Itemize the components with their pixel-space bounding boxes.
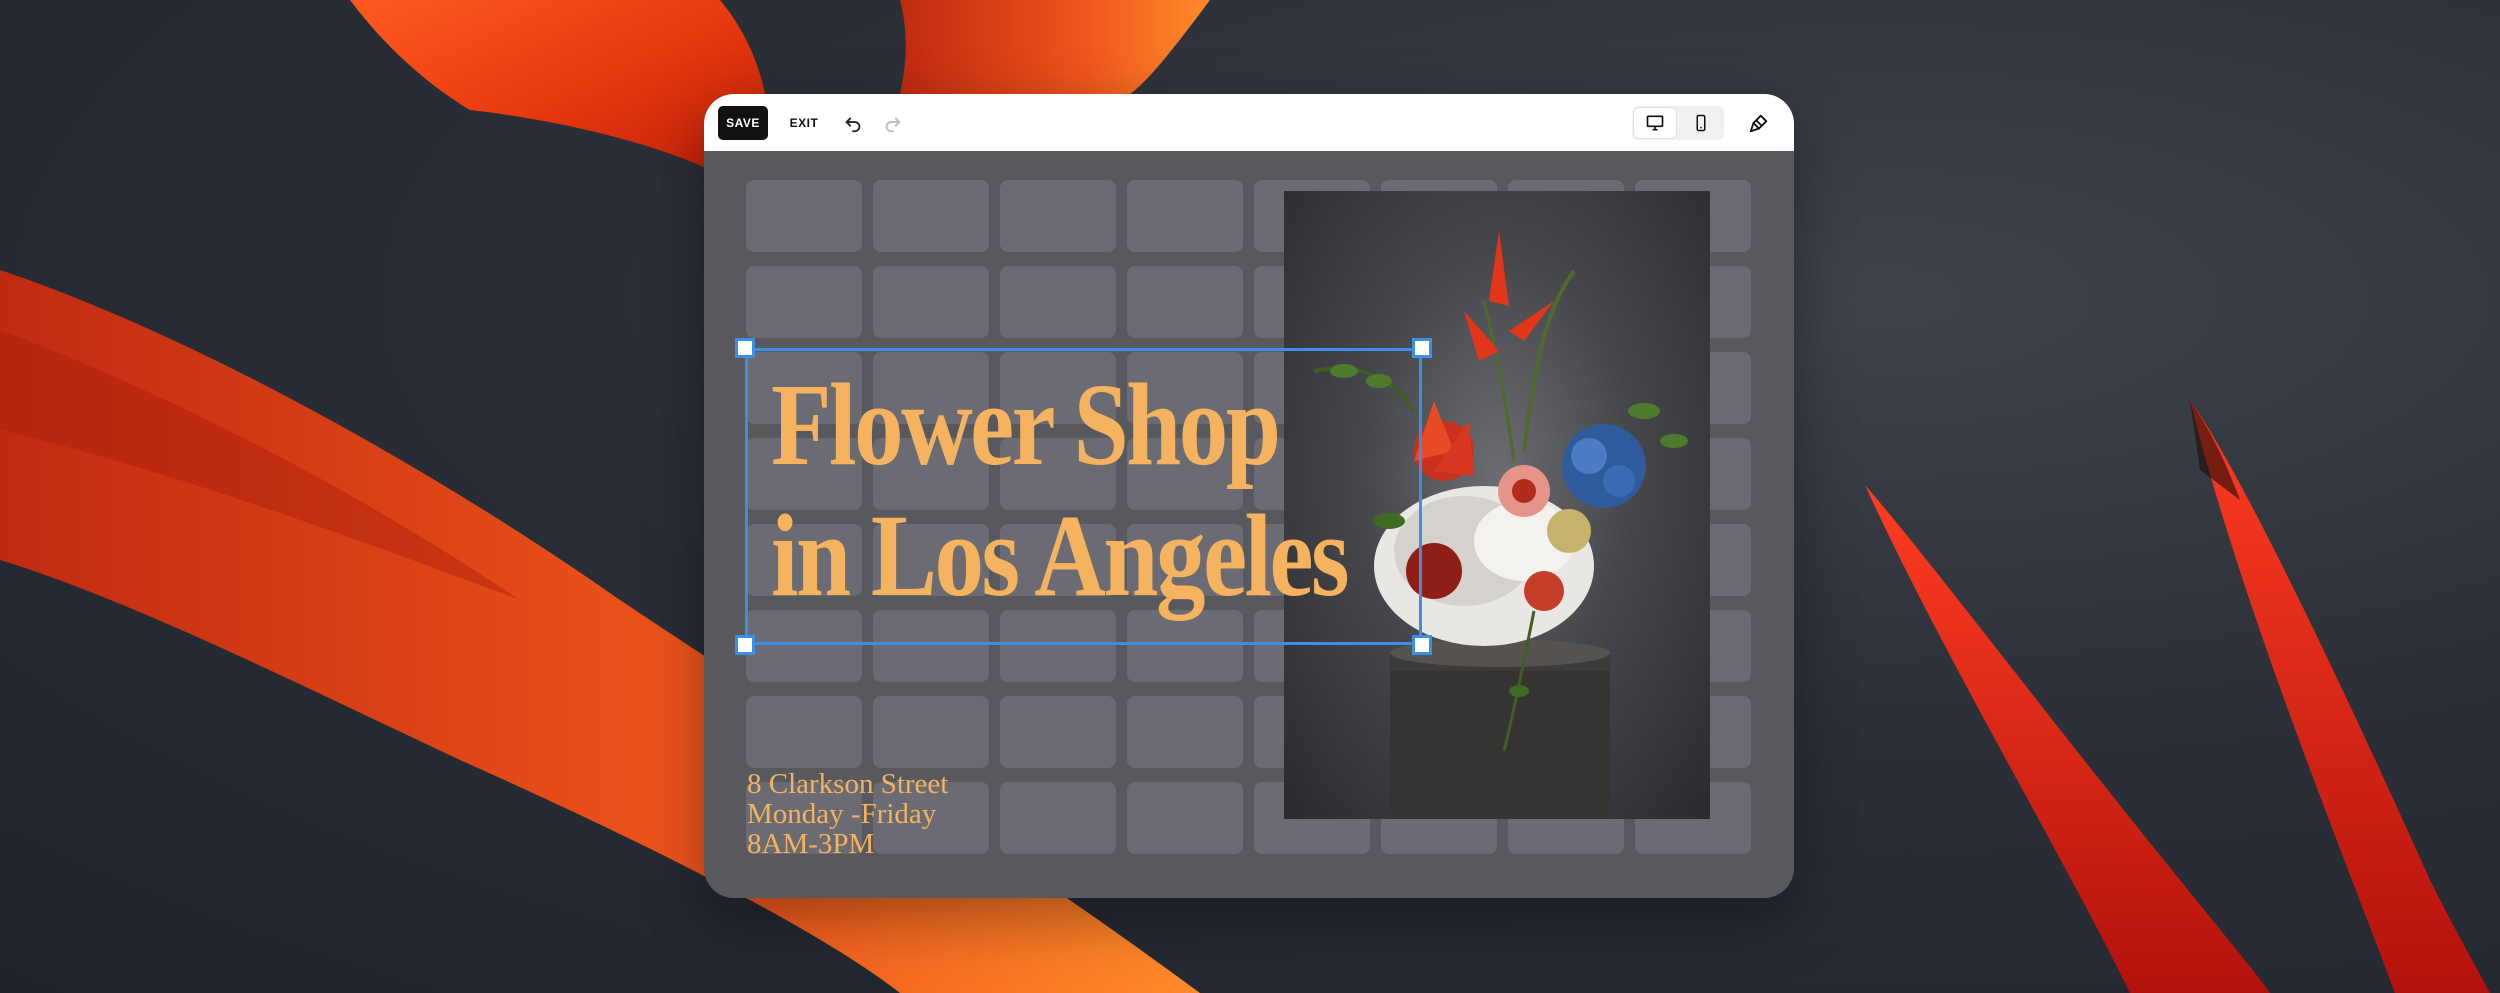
page-title[interactable]: Flower Shop in Los Angeles	[771, 359, 1350, 621]
resize-handle-top-left[interactable]	[735, 338, 755, 358]
editor-toolbar: SAVE EXIT	[704, 94, 1794, 151]
grid-cell	[1000, 696, 1116, 768]
headline-line-2: in Los Angeles	[771, 490, 1350, 621]
resize-handle-top-right[interactable]	[1412, 338, 1432, 358]
store-hours: 8AM-3PM	[747, 828, 875, 860]
redo-icon[interactable]	[878, 108, 908, 138]
grid-cell	[1000, 266, 1116, 338]
store-address: 8 Clarkson Street	[747, 768, 949, 800]
grid-cell	[746, 266, 862, 338]
grid-cell	[1127, 180, 1243, 252]
grid-cell	[1127, 782, 1243, 854]
grid-cell	[873, 696, 989, 768]
grid-cell	[1127, 696, 1243, 768]
store-days: Monday -Friday	[747, 798, 937, 830]
grid-cell	[873, 266, 989, 338]
grid-cell	[746, 180, 862, 252]
grid-cell	[746, 696, 862, 768]
page-canvas[interactable]: Flower Shop in Los Angeles 8 Clarkson St…	[704, 151, 1794, 898]
resize-handle-bottom-right[interactable]	[1412, 635, 1432, 655]
exit-button[interactable]: EXIT	[782, 106, 826, 140]
grid-cell	[1127, 266, 1243, 338]
flower-arrangement-illustration	[1313, 231, 1688, 819]
paintbrush-icon[interactable]	[1744, 108, 1774, 138]
desktop-icon[interactable]	[1634, 108, 1676, 138]
grid-cell	[1000, 782, 1116, 854]
grid-cell	[873, 180, 989, 252]
undo-icon[interactable]	[838, 108, 868, 138]
editor-window: SAVE EXIT Flower Shop in Los Angeles 8 C…	[704, 94, 1794, 898]
headline-line-1: Flower Shop	[771, 359, 1281, 490]
mobile-icon[interactable]	[1680, 108, 1722, 138]
view-toggle	[1632, 106, 1724, 140]
save-button[interactable]: SAVE	[718, 106, 768, 140]
store-info-block[interactable]: 8 Clarkson Street Monday -Friday 8AM-3PM	[747, 769, 948, 859]
resize-handle-bottom-left[interactable]	[735, 635, 755, 655]
flower-arrangement-image[interactable]	[1284, 191, 1710, 819]
grid-cell	[1000, 180, 1116, 252]
